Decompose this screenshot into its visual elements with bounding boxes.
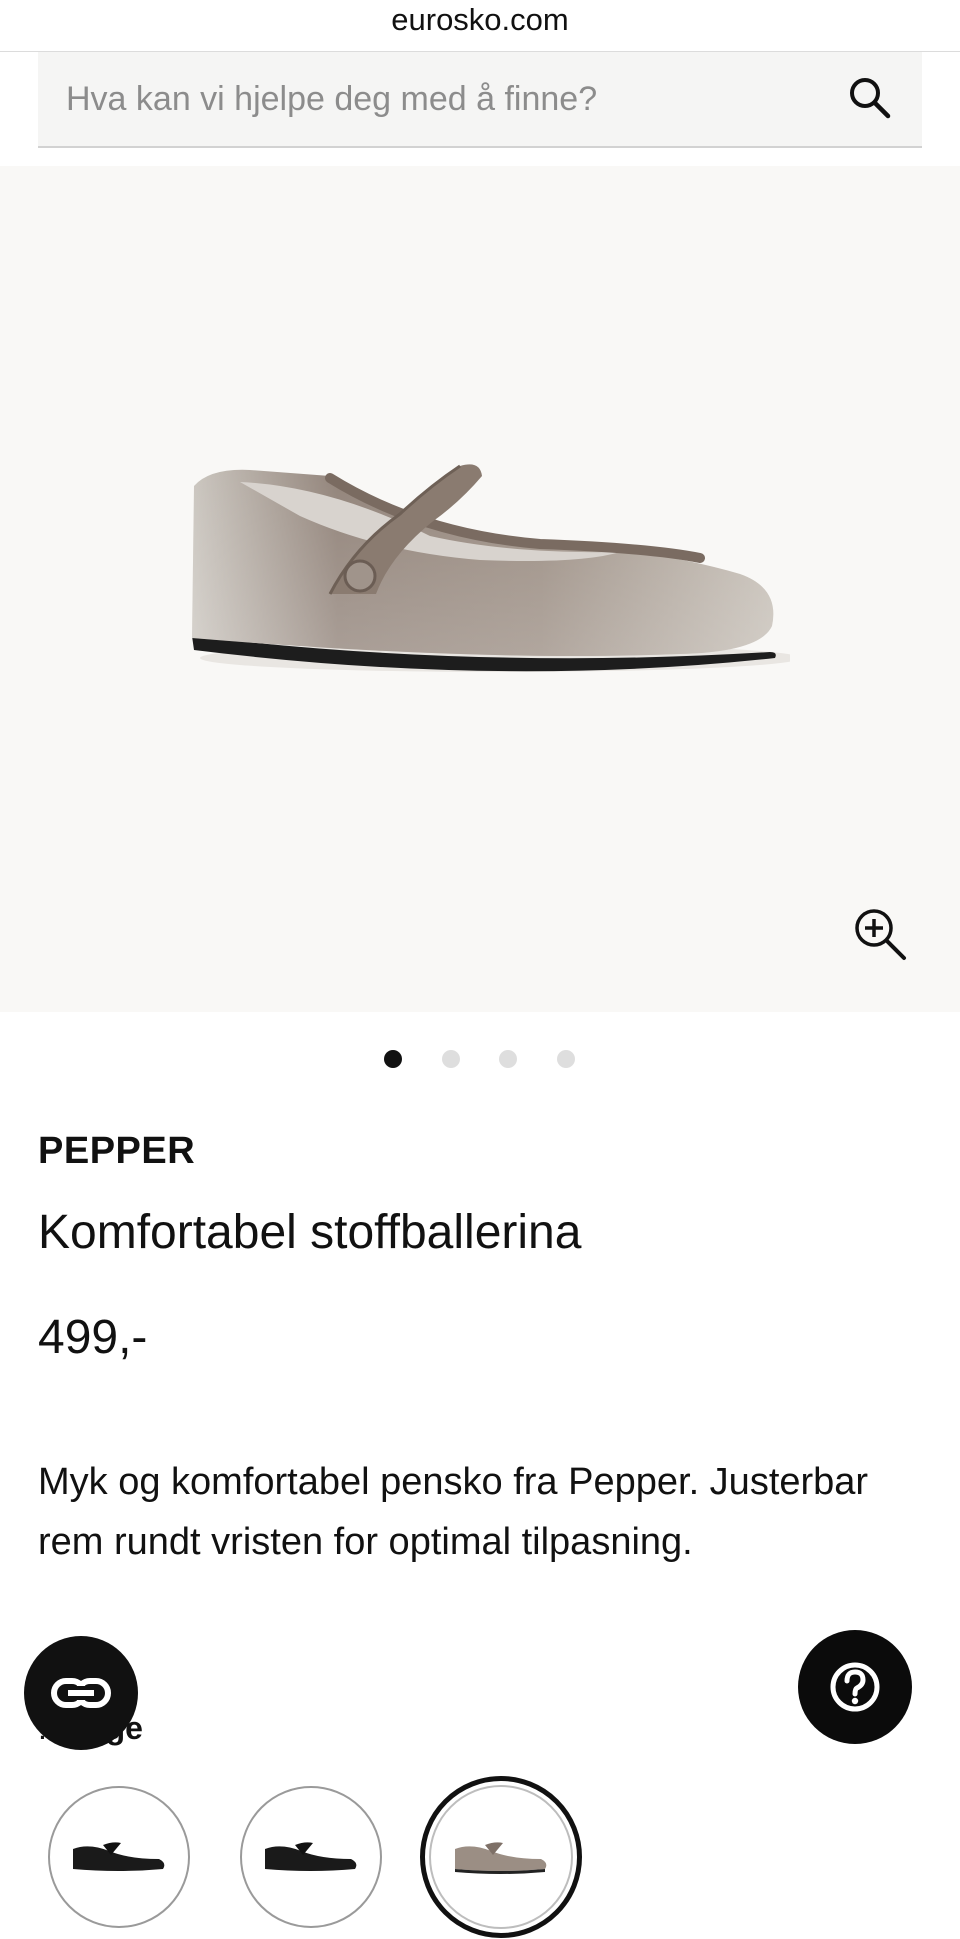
carousel-dot[interactable] — [384, 1050, 402, 1068]
variant-swatch-black[interactable] — [48, 1786, 190, 1928]
link-icon — [51, 1678, 111, 1708]
link-button[interactable] — [24, 1636, 138, 1750]
product-image-gallery[interactable] — [0, 166, 960, 1012]
url-text: eurosko.com — [391, 2, 569, 37]
help-button[interactable] — [798, 1630, 912, 1744]
product-title: Komfortabel stoffballerina — [38, 1206, 582, 1259]
carousel-dot[interactable] — [557, 1050, 575, 1068]
search-input[interactable] — [66, 70, 826, 128]
shoe-thumbnail — [455, 1842, 547, 1874]
product-price: 499,- — [38, 1311, 148, 1364]
product-image — [192, 464, 790, 672]
variant-swatch-beige[interactable] — [420, 1776, 582, 1938]
carousel-dots — [380, 1050, 580, 1070]
search-icon[interactable] — [844, 72, 896, 124]
carousel-dot[interactable] — [442, 1050, 460, 1068]
search-bar — [38, 52, 922, 148]
help-icon — [830, 1662, 880, 1712]
variant-swatch-black-2[interactable] — [240, 1786, 382, 1928]
product-brand[interactable]: PEPPER — [38, 1130, 195, 1173]
browser-url-bar[interactable]: eurosko.com — [0, 0, 960, 52]
shoe-thumbnail — [265, 1842, 357, 1871]
shoe-thumbnail — [73, 1842, 165, 1871]
zoom-in-icon[interactable] — [850, 904, 910, 964]
product-description: Myk og komfortabel pensko fra Pepper. Ju… — [38, 1461, 869, 1563]
carousel-dot[interactable] — [499, 1050, 517, 1068]
